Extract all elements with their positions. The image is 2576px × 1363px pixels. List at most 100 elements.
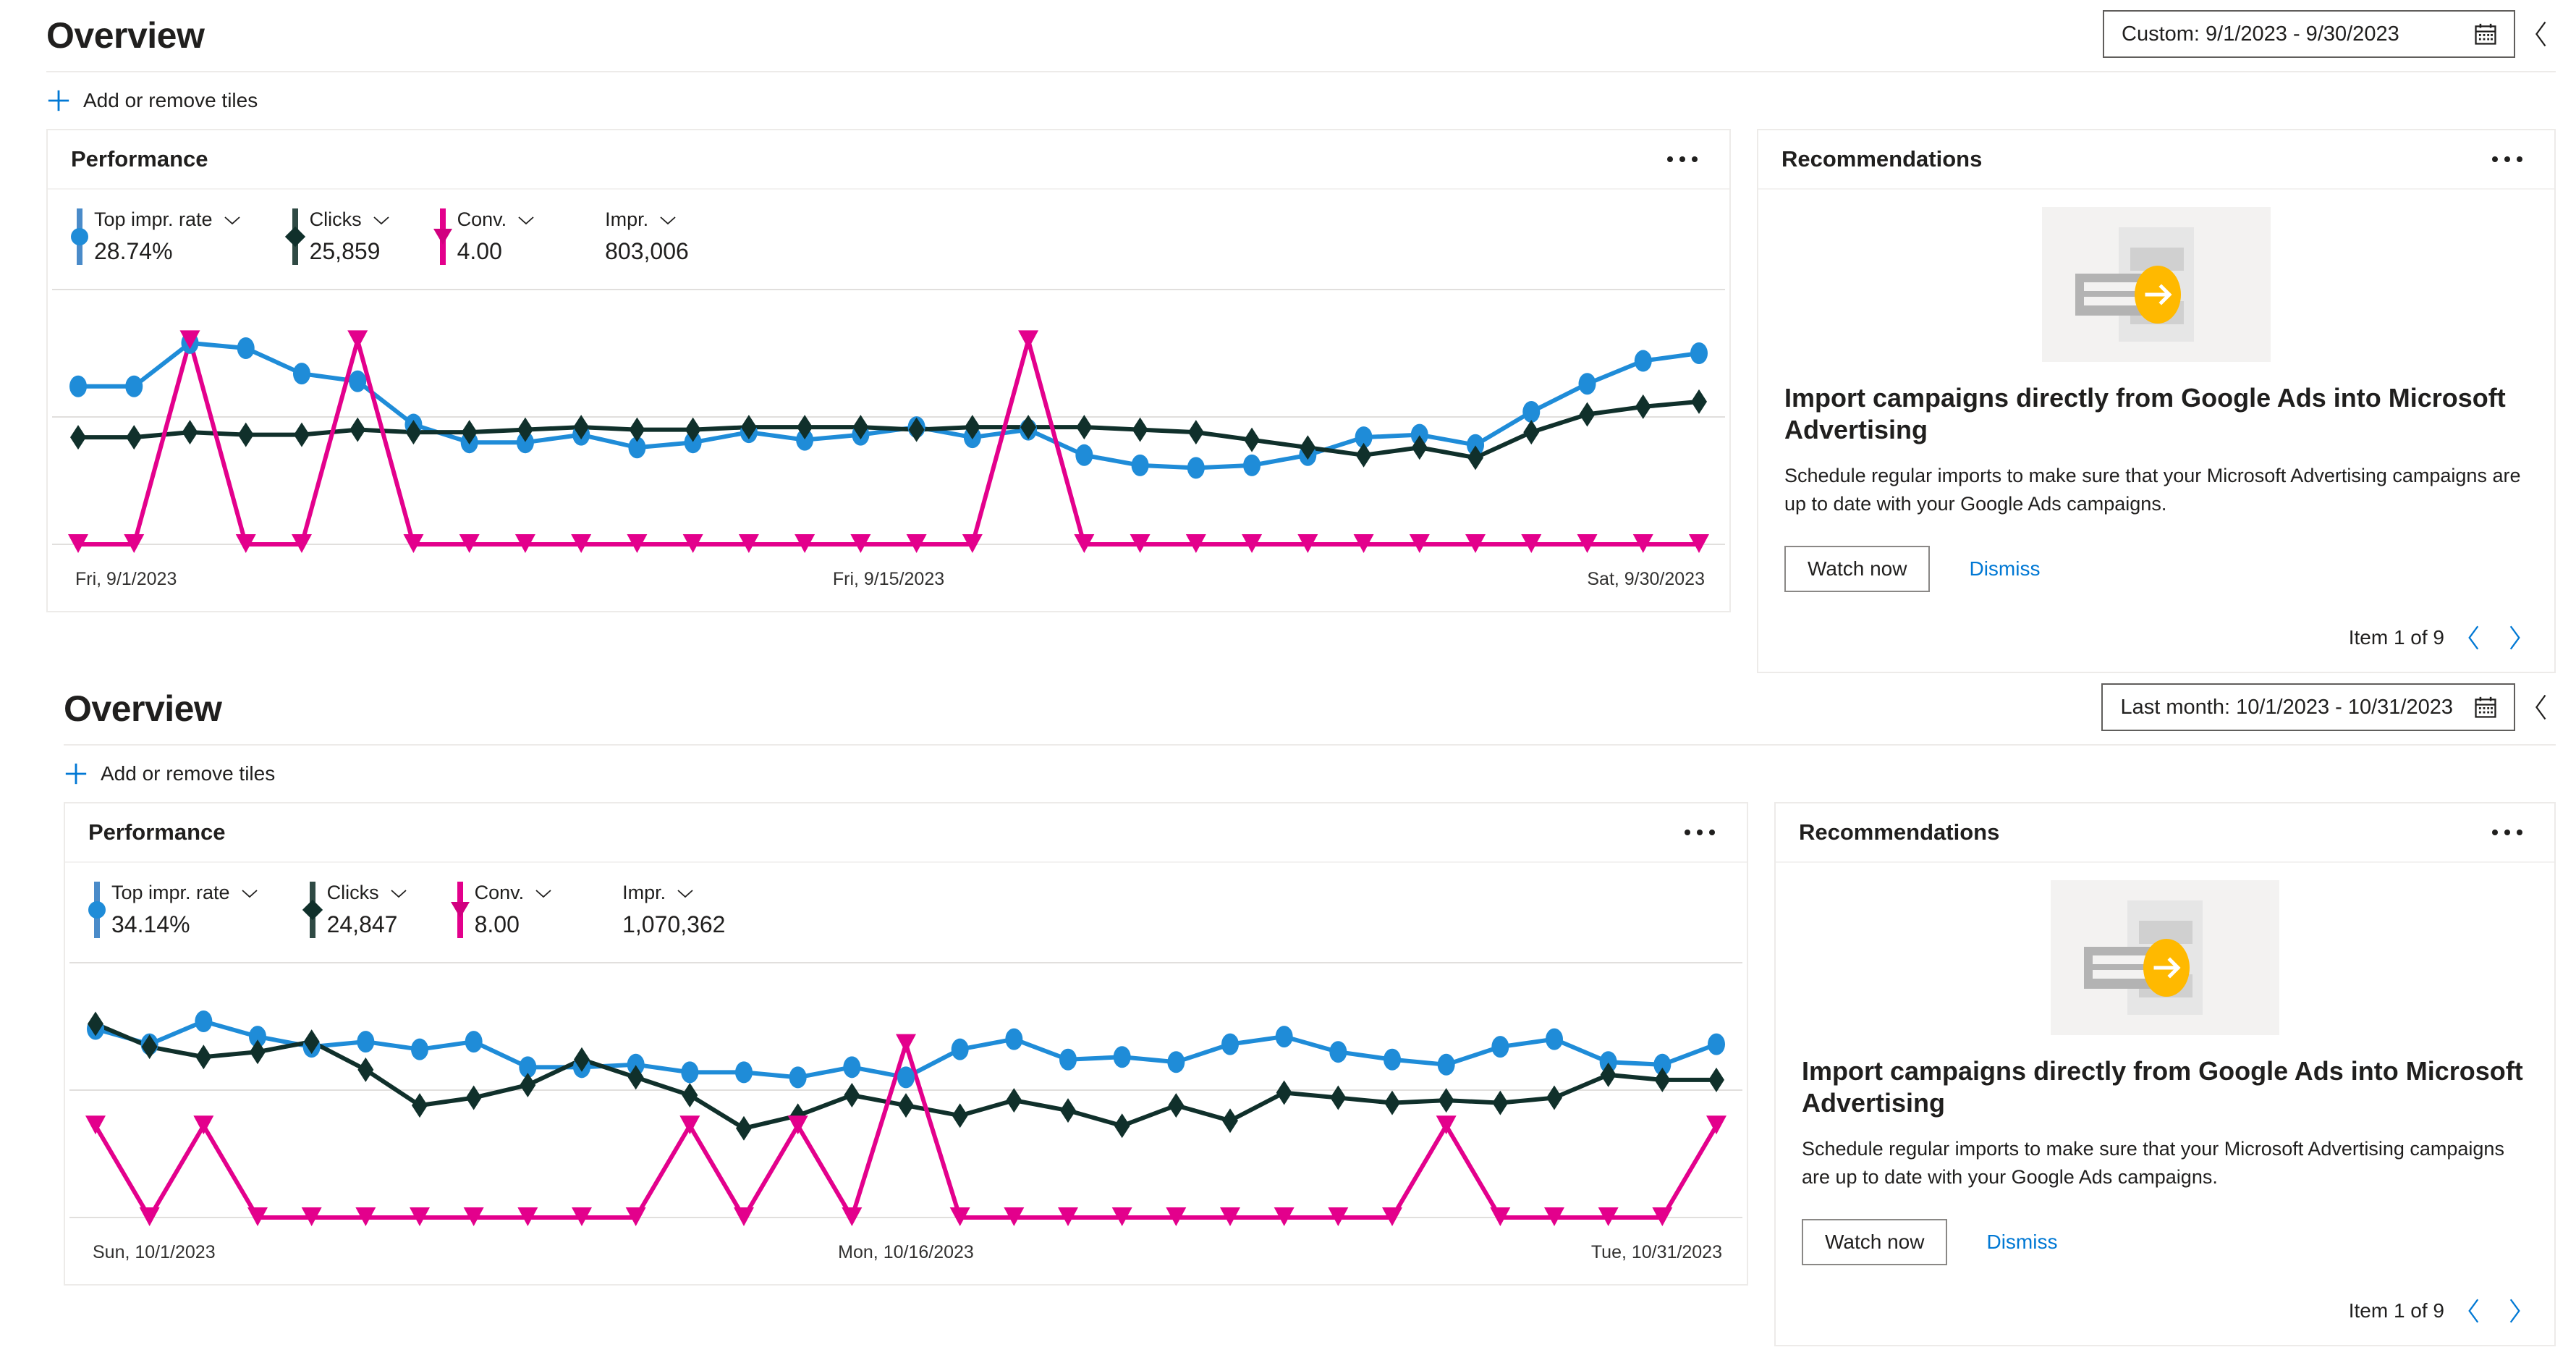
add-or-remove-tiles-button[interactable]: Add or remove tiles <box>46 88 258 113</box>
chevron-down-icon[interactable] <box>676 887 695 899</box>
plus-icon <box>65 763 87 785</box>
chevron-down-icon[interactable] <box>372 214 391 226</box>
chart-x-axis-labels: Sun, 10/1/2023 Mon, 10/16/2023 Tue, 10/3… <box>65 1236 1747 1284</box>
metric-label: Clicks <box>326 882 379 904</box>
metric-impressions[interactable]: Impr. 803,006 <box>588 208 689 265</box>
recommendations-body: Import campaigns directly from Google Ad… <box>1776 863 2554 1345</box>
ellipsis-icon[interactable] <box>1677 822 1722 843</box>
date-range-picker[interactable]: Last month: 10/1/2023 - 10/31/2023 <box>2101 683 2515 732</box>
chevron-left-icon[interactable] <box>2463 623 2485 653</box>
metric-label: Top impr. rate <box>111 882 230 904</box>
performance-card: Performance Top impr. rate <box>64 802 1748 1286</box>
chevron-down-icon[interactable] <box>240 887 259 899</box>
add-or-remove-tiles-button[interactable]: Add or remove tiles <box>64 761 275 786</box>
metric-conversions[interactable]: Conv. 4.00 <box>433 208 536 265</box>
tiles-toolbar: Add or remove tiles <box>64 746 2556 802</box>
watch-now-button[interactable]: Watch now <box>1802 1219 1948 1266</box>
chevron-right-icon[interactable] <box>2504 623 2525 653</box>
metric-clicks[interactable]: Clicks 25,859 <box>284 208 391 265</box>
performance-chart <box>48 279 1729 563</box>
metric-clicks[interactable]: Clicks 24,847 <box>302 882 408 939</box>
axis-label-start: Sun, 10/1/2023 <box>93 1242 216 1263</box>
page-header: Overview Last month: 10/1/2023 - 10/31/2… <box>64 673 2556 746</box>
metric-value: 8.00 <box>474 911 520 938</box>
dismiss-link[interactable]: Dismiss <box>1969 557 2040 581</box>
metric-label: Conv. <box>474 882 525 904</box>
metric-value: 1,070,362 <box>622 911 726 938</box>
axis-label-start: Fri, 9/1/2023 <box>75 569 177 589</box>
metric-impressions[interactable]: Impr. 1,070,362 <box>605 882 725 938</box>
recommendation-actions: Watch now Dismiss <box>1783 546 2530 593</box>
metric-label: Clicks <box>309 208 362 230</box>
metric-marker <box>302 882 323 939</box>
performance-metrics: Top impr. rate 34.14% Clicks 24,847 Conv… <box>65 863 1747 953</box>
dashboard-tiles-row: Performance Top impr. rate <box>46 129 2556 674</box>
recommendation-title: Import campaigns directly from Google Ad… <box>1802 1056 2523 1118</box>
date-range-value: Custom: 9/1/2023 - 9/30/2023 <box>2122 22 2399 46</box>
collapse-chevron-left-icon[interactable] <box>2527 691 2556 723</box>
watch-now-button[interactable]: Watch now <box>1784 546 1931 593</box>
recommendation-description: Schedule regular imports to make sure th… <box>1784 464 2521 515</box>
metric-value: 803,006 <box>605 238 689 264</box>
performance-metrics: Top impr. rate 28.74% Clicks 25,859 Conv… <box>48 190 1729 279</box>
import-campaigns-illustration-icon <box>2051 880 2279 1036</box>
recommendations-card: Recommendations Import campaigns directl… <box>1774 802 2556 1347</box>
chevron-down-icon[interactable] <box>517 214 535 226</box>
tiles-toolbar: Add or remove tiles <box>46 72 2556 129</box>
overview-section-2: Overview Last month: 10/1/2023 - 10/31/2… <box>0 673 2576 1347</box>
recommendations-card-title: Recommendations <box>1799 819 2000 845</box>
chevron-left-icon[interactable] <box>2463 1296 2485 1326</box>
metric-marker <box>588 208 593 265</box>
metric-marker <box>88 882 106 939</box>
chevron-down-icon[interactable] <box>534 887 553 899</box>
metric-value: 24,847 <box>326 911 398 938</box>
recommendation-title: Import campaigns directly from Google Ad… <box>1784 383 2506 444</box>
recommendations-card: Recommendations Import campaigns directl… <box>1757 129 2556 674</box>
axis-label-end: Tue, 10/31/2023 <box>1590 1242 1722 1263</box>
performance-card-header: Performance <box>65 803 1747 864</box>
metric-label: Impr. <box>622 882 666 904</box>
metric-top-impr-rate[interactable]: Top impr. rate 34.14% <box>88 882 259 939</box>
metric-value: 28.74% <box>94 238 173 264</box>
recommendation-pager: Item 1 of 9 <box>1783 623 2530 672</box>
recommendations-card-header: Recommendations <box>1776 803 2554 864</box>
metric-marker <box>450 882 470 939</box>
ellipsis-icon[interactable] <box>1660 149 1705 169</box>
metric-label: Impr. <box>605 208 649 230</box>
performance-card-title: Performance <box>71 146 208 172</box>
recommendation-illustration-wrap <box>1800 863 2530 1036</box>
metric-marker <box>284 208 305 265</box>
metric-label: Top impr. rate <box>94 208 213 230</box>
recommendation-pager: Item 1 of 9 <box>1800 1296 2530 1345</box>
ellipsis-icon[interactable] <box>2485 822 2530 843</box>
performance-line-chart <box>52 289 1725 553</box>
chevron-right-icon[interactable] <box>2504 1296 2525 1326</box>
performance-card: Performance Top impr. rate <box>46 129 1731 612</box>
chevron-down-icon[interactable] <box>658 214 677 226</box>
add-or-remove-tiles-label: Add or remove tiles <box>83 89 258 111</box>
add-or-remove-tiles-label: Add or remove tiles <box>101 762 276 785</box>
pager-status: Item 1 of 9 <box>2348 626 2444 649</box>
recommendation-illustration-wrap <box>1783 190 2530 362</box>
metric-conversions[interactable]: Conv. 8.00 <box>450 882 554 939</box>
dismiss-link[interactable]: Dismiss <box>1986 1231 2057 1254</box>
chevron-down-icon[interactable] <box>223 214 242 226</box>
collapse-chevron-left-icon[interactable] <box>2527 18 2556 50</box>
chart-x-axis-labels: Fri, 9/1/2023 Fri, 9/15/2023 Sat, 9/30/2… <box>48 563 1729 611</box>
calendar-icon <box>2475 696 2496 718</box>
performance-line-chart <box>69 962 1742 1227</box>
pager-status: Item 1 of 9 <box>2348 1299 2444 1322</box>
date-range-value: Last month: 10/1/2023 - 10/31/2023 <box>2120 695 2453 719</box>
recommendation-description: Schedule regular imports to make sure th… <box>1802 1137 2504 1189</box>
ellipsis-icon[interactable] <box>2485 149 2530 169</box>
axis-label-middle: Mon, 10/16/2023 <box>838 1242 974 1263</box>
metric-value: 4.00 <box>457 238 502 264</box>
recommendations-card-title: Recommendations <box>1781 146 1983 172</box>
header-controls: Last month: 10/1/2023 - 10/31/2023 <box>2101 683 2556 732</box>
performance-card-header: Performance <box>48 130 1729 190</box>
performance-card-title: Performance <box>88 819 226 845</box>
metric-value: 34.14% <box>111 911 190 938</box>
chevron-down-icon[interactable] <box>389 887 408 899</box>
metric-top-impr-rate[interactable]: Top impr. rate 28.74% <box>71 208 242 265</box>
date-range-picker[interactable]: Custom: 9/1/2023 - 9/30/2023 <box>2103 10 2515 58</box>
